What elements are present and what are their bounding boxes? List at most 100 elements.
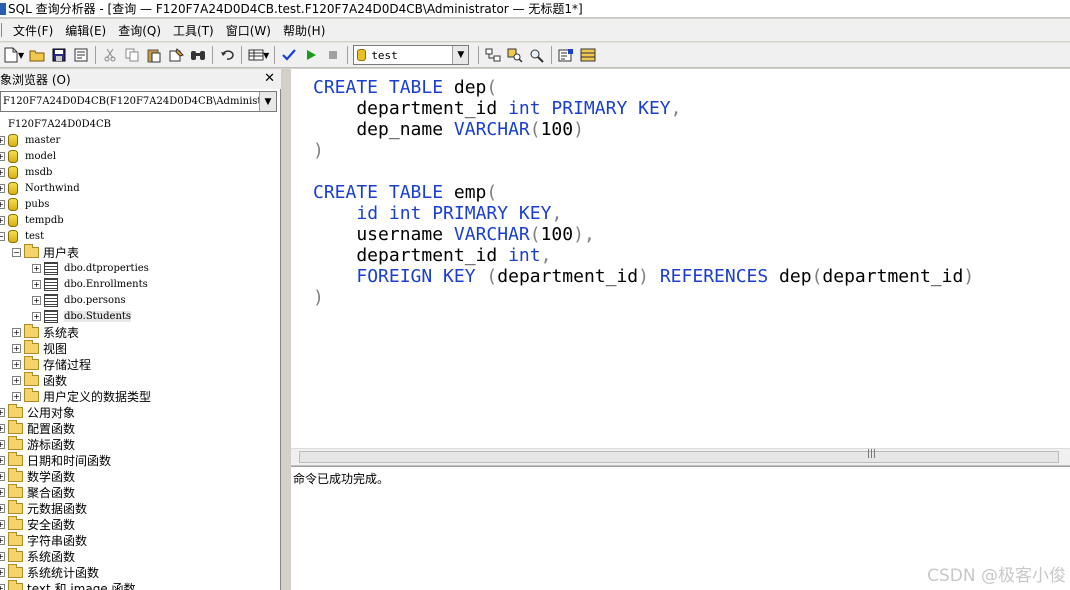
expand-icon[interactable]: + — [12, 375, 21, 385]
expand-icon[interactable]: + — [0, 199, 5, 209]
menu-help[interactable]: 帮助(H) — [277, 22, 331, 39]
scrollbar-thumb[interactable] — [299, 451, 1059, 463]
copy-icon[interactable] — [121, 44, 143, 66]
tree-item-folder[interactable]: + 存储过程 — [12, 355, 91, 372]
tree-item-folder[interactable]: + 数学函数 — [0, 467, 75, 484]
expand-icon[interactable]: + — [0, 551, 5, 561]
tree-item-folder[interactable]: + 公用对象 — [0, 403, 75, 420]
tree-item-label: 视图 — [43, 341, 68, 356]
undo-icon[interactable] — [216, 44, 238, 66]
vertical-splitter[interactable] — [282, 69, 291, 590]
expand-icon[interactable]: + — [0, 487, 5, 497]
tree-item-folder[interactable]: + 视图 — [12, 339, 68, 356]
close-icon[interactable]: ✕ — [264, 71, 275, 86]
tree-item-folder[interactable]: + 聚合函数 — [0, 483, 75, 500]
expand-icon[interactable]: + — [12, 327, 21, 337]
expand-icon[interactable]: + — [0, 439, 5, 449]
tree-item-folder[interactable]: + 安全函数 — [0, 515, 76, 532]
tree-item-database[interactable]: + master — [0, 132, 60, 148]
expand-icon[interactable]: + — [12, 359, 21, 369]
expand-icon[interactable]: + — [0, 503, 5, 513]
cut-icon[interactable] — [99, 44, 121, 66]
expand-icon[interactable]: + — [32, 279, 41, 289]
object-browser-icon[interactable] — [482, 44, 504, 66]
menu-window[interactable]: 窗口(W) — [220, 22, 277, 39]
database-select[interactable]: test ▼ — [353, 45, 470, 65]
expand-icon[interactable]: + — [12, 391, 21, 401]
tree-item-database[interactable]: + msdb — [0, 164, 52, 180]
tree-item-folder[interactable]: + 日期和时间函数 — [0, 451, 111, 468]
expand-icon[interactable]: + — [0, 423, 5, 433]
menu-file[interactable]: 文件(F) — [7, 22, 59, 39]
tree-item-folder[interactable]: + 字符串函数 — [0, 531, 87, 548]
tree-item-table[interactable]: + dbo.Students — [32, 308, 132, 324]
tree-item-folder[interactable]: + 元数据函数 — [0, 499, 87, 516]
expand-icon[interactable]: + — [32, 295, 41, 305]
expand-icon[interactable]: + — [0, 407, 5, 417]
expand-icon[interactable]: + — [32, 311, 41, 321]
menu-edit[interactable]: 编辑(E) — [59, 22, 112, 39]
chevron-down-icon[interactable]: ▼ — [18, 51, 24, 60]
results-pane[interactable]: 命令已成功完成。 CSDN @极客小俊 — [291, 466, 1070, 590]
expand-icon[interactable]: + — [32, 263, 41, 273]
expand-icon[interactable]: + — [0, 455, 5, 465]
expand-icon[interactable]: + — [0, 135, 5, 145]
tree-item-folder[interactable]: + 系统表 — [12, 323, 79, 340]
tree-item-folder[interactable]: + 配置函数 — [0, 419, 75, 436]
tree-item-folder[interactable]: + 系统函数 — [0, 547, 76, 564]
tree-item-folder[interactable]: + 系统统计函数 — [0, 563, 100, 580]
parse-icon[interactable] — [278, 44, 300, 66]
tree-item-database[interactable]: + tempdb — [0, 212, 64, 228]
expand-icon[interactable]: + — [0, 215, 5, 225]
sql-code[interactable]: CREATE TABLE dep( department_id int PRIM… — [313, 77, 974, 308]
insert-template-icon[interactable] — [70, 44, 92, 66]
tree-item-table[interactable]: + dbo.Enrollments — [32, 276, 148, 292]
tree-item-table[interactable]: + dbo.persons — [32, 292, 126, 308]
tree-item-server[interactable]: +F120F7A24D0D4CB — [0, 116, 111, 132]
chevron-down-icon[interactable]: ▼ — [452, 46, 469, 64]
expand-icon[interactable]: + — [0, 519, 5, 529]
tree-item-folder[interactable]: + 函数 — [12, 371, 67, 388]
open-icon[interactable] — [26, 44, 48, 66]
tree-item-folder[interactable]: + 游标函数 — [0, 435, 75, 452]
tree-item-folder[interactable]: − 用户表 — [12, 243, 79, 260]
menu-tools[interactable]: 工具(T) — [167, 22, 220, 39]
expand-icon[interactable]: + — [0, 471, 5, 481]
tree-item-database[interactable]: − test — [0, 228, 44, 244]
tree-item-table[interactable]: + dbo.dtproperties — [32, 260, 149, 276]
save-icon[interactable] — [48, 44, 70, 66]
expand-icon[interactable]: + — [0, 167, 5, 177]
grid-icon[interactable] — [577, 44, 599, 66]
folder-icon — [24, 387, 39, 402]
find-icon[interactable] — [187, 44, 209, 66]
tree-item-label: 系统函数 — [27, 549, 76, 564]
expand-icon[interactable]: + — [0, 183, 5, 193]
expand-icon[interactable]: + — [0, 151, 5, 161]
tree-item-database[interactable]: + pubs — [0, 196, 49, 212]
tree-item-database[interactable]: + model — [0, 148, 56, 164]
tree-item-folder[interactable]: + text 和 image 函数 — [0, 579, 136, 590]
execute-icon[interactable] — [300, 44, 322, 66]
collapse-icon[interactable]: − — [0, 231, 5, 241]
object-search-icon[interactable] — [504, 44, 526, 66]
expand-icon[interactable]: + — [0, 567, 5, 577]
query-editor[interactable]: CREATE TABLE dep( department_id int PRIM… — [291, 69, 1070, 448]
horizontal-scrollbar[interactable]: ||| — [291, 448, 1070, 465]
tree-item-folder[interactable]: + 用户定义的数据类型 — [12, 387, 151, 404]
server-select[interactable]: F120F7A24D0D4CB(F120F7A24D0D4CB\Administ… — [0, 91, 277, 112]
chevron-down-icon[interactable]: ▼ — [259, 92, 276, 111]
tree-item-label: 系统统计函数 — [27, 565, 100, 580]
expand-icon[interactable]: + — [0, 535, 5, 545]
stop-icon[interactable] — [322, 44, 344, 66]
properties-icon[interactable] — [555, 44, 577, 66]
expand-icon[interactable]: + — [12, 343, 21, 353]
tree-item-label: 安全函数 — [27, 517, 76, 532]
expand-icon[interactable]: + — [0, 583, 5, 590]
collapse-icon[interactable]: − — [12, 247, 21, 257]
tree-item-database[interactable]: + Northwind — [0, 180, 80, 196]
menu-query[interactable]: 查询(Q) — [112, 22, 167, 39]
clear-icon[interactable] — [165, 44, 187, 66]
chevron-down-icon[interactable]: ▼ — [263, 51, 269, 60]
paste-icon[interactable] — [143, 44, 165, 66]
search-icon[interactable] — [526, 44, 548, 66]
